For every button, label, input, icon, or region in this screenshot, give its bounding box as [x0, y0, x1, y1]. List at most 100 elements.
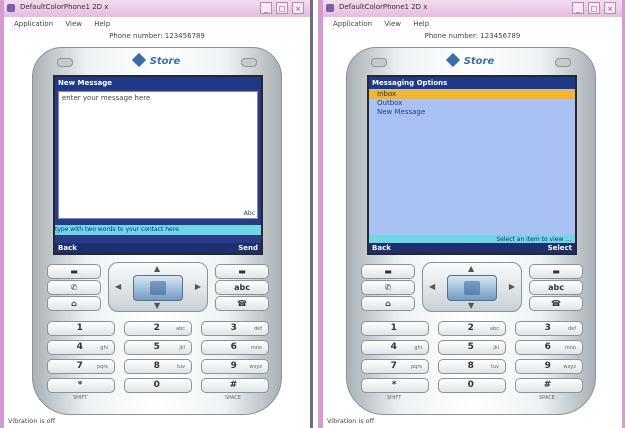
menu-view[interactable]: View: [384, 18, 401, 30]
softkey-right-label: Select: [547, 244, 572, 252]
maximize-button[interactable]: □: [588, 2, 600, 14]
phone-device: Store Messaging Options Inbox Outbox New…: [346, 47, 596, 415]
status-text: Vibration is off: [8, 417, 56, 425]
right-softkey-button[interactable]: ▬: [529, 264, 583, 279]
key-9[interactable]: 9 wxyz: [515, 359, 583, 374]
softkey-bar: Back Select: [369, 243, 575, 253]
key-8[interactable]: 8 tuv: [124, 359, 192, 374]
phone-number-label: Phone number: 123456789: [109, 32, 205, 40]
key-0[interactable]: 0: [124, 378, 192, 393]
key-hash[interactable]: #: [201, 378, 269, 393]
space-label: SPACE: [539, 395, 555, 401]
menu-button[interactable]: ⌂: [361, 296, 415, 311]
close-button[interactable]: ×: [604, 2, 616, 14]
maximize-button[interactable]: □: [276, 2, 288, 14]
key-6[interactable]: 6 mno: [201, 340, 269, 355]
title-bar[interactable]: DefaultColorPhone1 2D x _ □ ×: [4, 0, 310, 17]
left-softkey-button[interactable]: ▬: [361, 264, 415, 279]
up-arrow-icon[interactable]: ▲: [154, 264, 160, 273]
key-4[interactable]: 4 ghi: [361, 340, 429, 355]
brand-logo: Store: [33, 52, 281, 68]
key-5[interactable]: 5 jkl: [124, 340, 192, 355]
key-star[interactable]: *: [47, 378, 115, 393]
navigation-pad[interactable]: ▲ ▼ ◀ ▶: [422, 262, 522, 312]
key-7[interactable]: 7 pqrs: [361, 359, 429, 374]
call-button[interactable]: ✆: [361, 280, 415, 295]
down-arrow-icon[interactable]: ▼: [468, 301, 474, 310]
left-arrow-icon[interactable]: ◀: [115, 282, 121, 291]
status-text: Vibration is off: [327, 417, 375, 425]
right-arrow-icon[interactable]: ▶: [509, 282, 515, 291]
key-4[interactable]: 4 ghi: [47, 340, 115, 355]
key-0[interactable]: 0: [438, 378, 506, 393]
close-button[interactable]: ×: [292, 2, 304, 14]
diamond-icon: [131, 52, 146, 68]
key-3[interactable]: 3 def: [515, 321, 583, 336]
window-title: DefaultColorPhone1 2D x: [20, 3, 109, 11]
select-button[interactable]: [447, 275, 497, 301]
left-softkey-button[interactable]: ▬: [47, 264, 101, 279]
menu-item-inbox[interactable]: Inbox: [369, 90, 575, 99]
end-call-button[interactable]: ☎: [529, 296, 583, 311]
menu-view[interactable]: View: [65, 18, 82, 30]
menu-bar: Application View Help: [4, 18, 310, 30]
key-5[interactable]: 5 jkl: [438, 340, 506, 355]
emulator-window-right: DefaultColorPhone1 2D x _ □ × Applicatio…: [318, 0, 625, 428]
screen-title: Messaging Options: [369, 77, 575, 89]
phone-device: Store New Message enter your message her…: [32, 47, 282, 415]
app-icon: [7, 4, 15, 12]
shift-label: SHIFT: [387, 395, 402, 401]
down-arrow-icon[interactable]: ▼: [154, 301, 160, 310]
menu-item-new-message[interactable]: New Message: [369, 108, 575, 117]
key-2[interactable]: 2 abc: [438, 321, 506, 336]
menu-item-outbox[interactable]: Outbox: [369, 99, 575, 108]
brand-text: Store: [149, 56, 181, 67]
key-7[interactable]: 7 pqrs: [47, 359, 115, 374]
message-textbox[interactable]: enter your message here Abc: [58, 91, 258, 219]
right-softkey-button[interactable]: ▬: [215, 264, 269, 279]
key-hash[interactable]: #: [515, 378, 583, 393]
menu-application[interactable]: Application: [14, 18, 53, 30]
app-icon: [326, 4, 334, 12]
key-9[interactable]: 9 wxyz: [201, 359, 269, 374]
menu-bar: Application View Help: [323, 18, 622, 30]
shift-label: SHIFT: [73, 395, 88, 401]
softkey-left-label: Back: [58, 244, 77, 252]
up-arrow-icon[interactable]: ▲: [468, 264, 474, 273]
key-2[interactable]: 2 abc: [124, 321, 192, 336]
space-label: SPACE: [225, 395, 241, 401]
input-mode-indicator: Abc: [243, 210, 255, 217]
brand-logo: Store: [347, 52, 595, 68]
clear-button[interactable]: abc: [529, 280, 583, 295]
key-1[interactable]: 1: [47, 321, 115, 336]
menu-help[interactable]: Help: [94, 18, 110, 30]
key-8[interactable]: 8 tuv: [438, 359, 506, 374]
right-arrow-icon[interactable]: ▶: [195, 282, 201, 291]
select-button[interactable]: [133, 275, 183, 301]
key-1[interactable]: 1: [361, 321, 429, 336]
phone-screen: New Message enter your message here Abc …: [53, 75, 263, 255]
key-3[interactable]: 3 def: [201, 321, 269, 336]
minimize-button[interactable]: _: [572, 2, 584, 14]
call-button[interactable]: ✆: [47, 280, 101, 295]
key-6[interactable]: 6 mno: [515, 340, 583, 355]
key-star[interactable]: *: [361, 378, 429, 393]
emulator-window-left: DefaultColorPhone1 2D x _ □ × Applicatio…: [0, 0, 313, 428]
softkey-right-label: Send: [238, 244, 258, 252]
brand-text: Store: [463, 56, 495, 67]
clear-button[interactable]: abc: [215, 280, 269, 295]
menu-help[interactable]: Help: [413, 18, 429, 30]
left-arrow-icon[interactable]: ◀: [429, 282, 435, 291]
end-call-button[interactable]: ☎: [215, 296, 269, 311]
menu-button[interactable]: ⌂: [47, 296, 101, 311]
hint-bar: type with two words to your contact here: [55, 225, 261, 235]
window-title: DefaultColorPhone1 2D x: [339, 3, 428, 11]
minimize-button[interactable]: _: [260, 2, 272, 14]
menu-application[interactable]: Application: [333, 18, 372, 30]
softkey-bar: Back Send: [55, 243, 261, 253]
title-bar[interactable]: DefaultColorPhone1 2D x _ □ ×: [323, 0, 622, 17]
softkey-left-label: Back: [372, 244, 391, 252]
navigation-pad[interactable]: ▲ ▼ ◀ ▶: [108, 262, 208, 312]
diamond-icon: [445, 52, 460, 68]
message-text: enter your message here: [62, 94, 151, 102]
